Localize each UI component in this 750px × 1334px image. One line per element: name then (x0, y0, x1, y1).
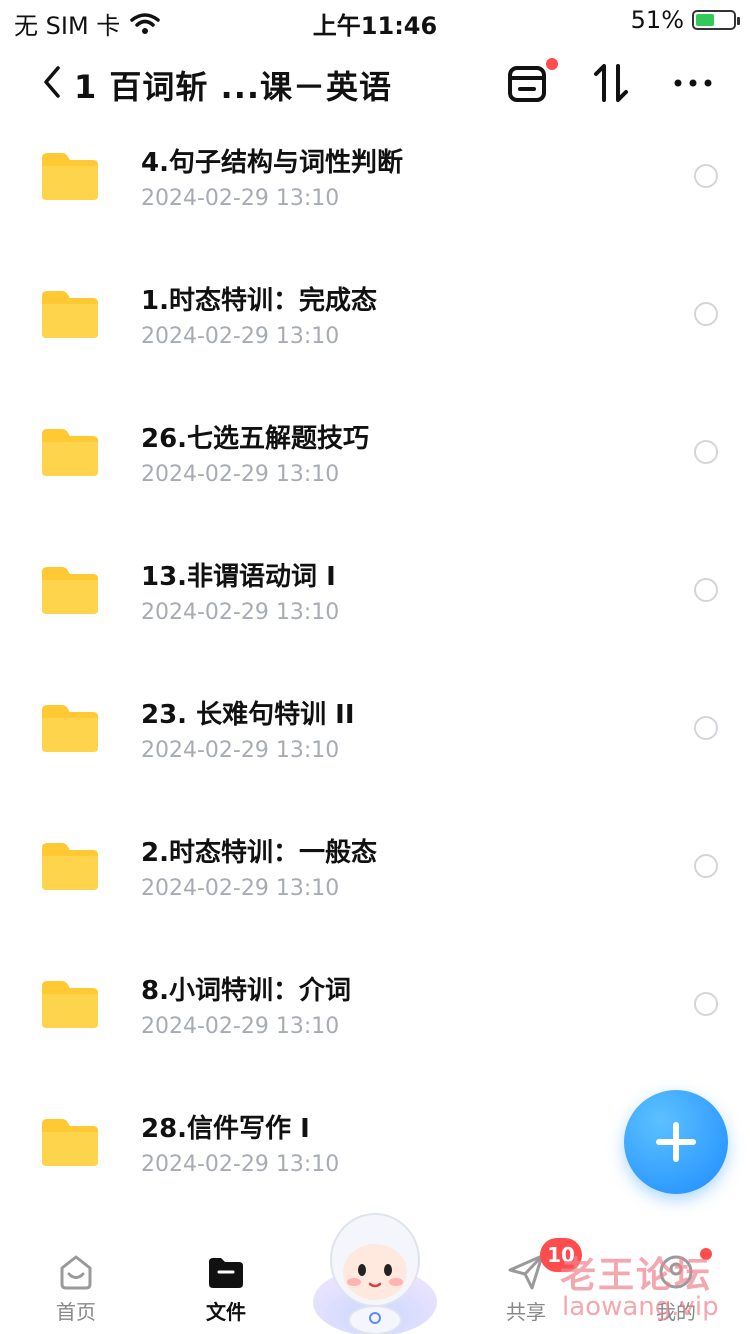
tab-files-label: 文件 (206, 1300, 246, 1324)
folder-row[interactable]: 23. 长难句特训 II 2024-02-29 13:10 (0, 676, 750, 814)
folder-date: 2024-02-29 13:10 (141, 1152, 340, 1177)
folder-path-title: 1 百词斩 ...课－英语 (74, 68, 393, 106)
status-bar: 无 SIM 卡 上午11:46 51% (0, 0, 750, 44)
folder-name: 23. 长难句特训 II (141, 700, 355, 730)
sort-icon[interactable] (590, 62, 632, 104)
nav-bar: 1 百词斩 ...课－英语 (0, 48, 750, 120)
folder-icon (42, 843, 98, 890)
select-radio[interactable] (694, 440, 718, 464)
folder-date: 2024-02-29 13:10 (141, 1014, 340, 1039)
home-icon (60, 1255, 92, 1290)
add-fab-button[interactable] (624, 1090, 728, 1194)
folder-name: 4.句子结构与词性判断 (141, 148, 403, 178)
transfer-box-icon[interactable] (506, 62, 548, 104)
folder-icon (42, 429, 98, 476)
status-right: 51% (630, 6, 740, 34)
battery-level (696, 14, 714, 26)
folder-name: 26.七选五解题技巧 (141, 424, 370, 454)
folder-row[interactable]: 2.时态特训：一般态 2024-02-29 13:10 (0, 814, 750, 952)
folder-row[interactable]: 13.非谓语动词 I 2024-02-29 13:10 (0, 538, 750, 676)
folder-row[interactable]: 1.时态特训：完成态 2024-02-29 13:10 (0, 262, 750, 400)
back-chevron-icon[interactable] (40, 62, 64, 102)
select-radio[interactable] (694, 854, 718, 878)
folder-tab-icon (209, 1258, 243, 1288)
select-radio[interactable] (694, 164, 718, 188)
folder-name: 2.时态特训：一般态 (141, 838, 377, 868)
folder-row[interactable]: 4.句子结构与词性判断 2024-02-29 13:10 (0, 124, 750, 262)
folder-date: 2024-02-29 13:10 (141, 462, 340, 487)
folder-date: 2024-02-29 13:10 (141, 186, 340, 211)
folder-name: 8.小词特训：介词 (141, 976, 351, 1006)
folder-date: 2024-02-29 13:10 (141, 738, 340, 763)
folder-icon (42, 981, 98, 1028)
folder-row[interactable]: 8.小词特训：介词 2024-02-29 13:10 (0, 952, 750, 1090)
select-radio[interactable] (694, 578, 718, 602)
mascot-assistant-icon[interactable] (310, 1206, 440, 1334)
select-radio[interactable] (694, 302, 718, 326)
folder-name: 1.时态特训：完成态 (141, 286, 377, 316)
tab-home-label: 首页 (56, 1300, 96, 1324)
more-options-icon[interactable] (672, 70, 714, 96)
folder-date: 2024-02-29 13:10 (141, 876, 340, 901)
folder-icon (42, 291, 98, 338)
folder-icon (42, 153, 98, 200)
folder-icon (42, 1119, 98, 1166)
notification-dot (546, 58, 558, 70)
folder-name: 13.非谓语动词 I (141, 562, 336, 592)
select-radio[interactable] (694, 716, 718, 740)
folder-row[interactable]: 26.七选五解题技巧 2024-02-29 13:10 (0, 400, 750, 538)
watermark-url: laowang.vip (562, 1292, 719, 1322)
battery-icon (692, 10, 740, 30)
folder-date: 2024-02-29 13:10 (141, 324, 340, 349)
folder-icon (42, 567, 98, 614)
file-list: 4.句子结构与词性判断 2024-02-29 13:10 1.时态特训：完成态 … (0, 124, 750, 1228)
tab-files[interactable]: 文件 (166, 1230, 286, 1334)
folder-icon (42, 705, 98, 752)
folder-name: 28.信件写作 I (141, 1114, 310, 1144)
folder-date: 2024-02-29 13:10 (141, 600, 340, 625)
battery-percent: 51% (630, 6, 684, 34)
select-radio[interactable] (694, 992, 718, 1016)
tab-home[interactable]: 首页 (16, 1230, 136, 1334)
watermark-text: 老王论坛 (560, 1255, 713, 1296)
